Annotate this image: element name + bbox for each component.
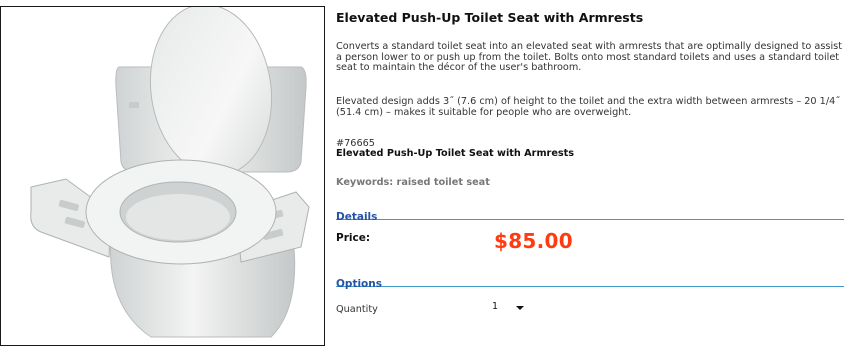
product-dimensions-text: Elevated design adds 3˝ (7.6 cm) of heig… [336,96,841,118]
product-title: Elevated Push-Up Toilet Seat with Armres… [336,10,644,25]
chevron-down-icon [516,306,524,310]
product-sku-name: Elevated Push-Up Toilet Seat with Armres… [336,148,575,159]
price-value: $85.00 [494,229,573,253]
quantity-value: 1 [492,301,499,312]
price-label: Price: [336,232,371,244]
details-section-header: Details [336,205,844,223]
quantity-label: Quantity [336,304,378,315]
product-keywords: Keywords: raised toilet seat [336,177,490,188]
product-image [0,6,325,346]
details-heading: Details [336,211,378,223]
toilet-seat-icon [30,7,310,338]
options-section-header: Options [336,272,844,290]
options-heading: Options [336,278,382,290]
quantity-select[interactable]: 1 [486,300,530,315]
product-description: Converts a standard toilet seat into an … [336,41,842,74]
